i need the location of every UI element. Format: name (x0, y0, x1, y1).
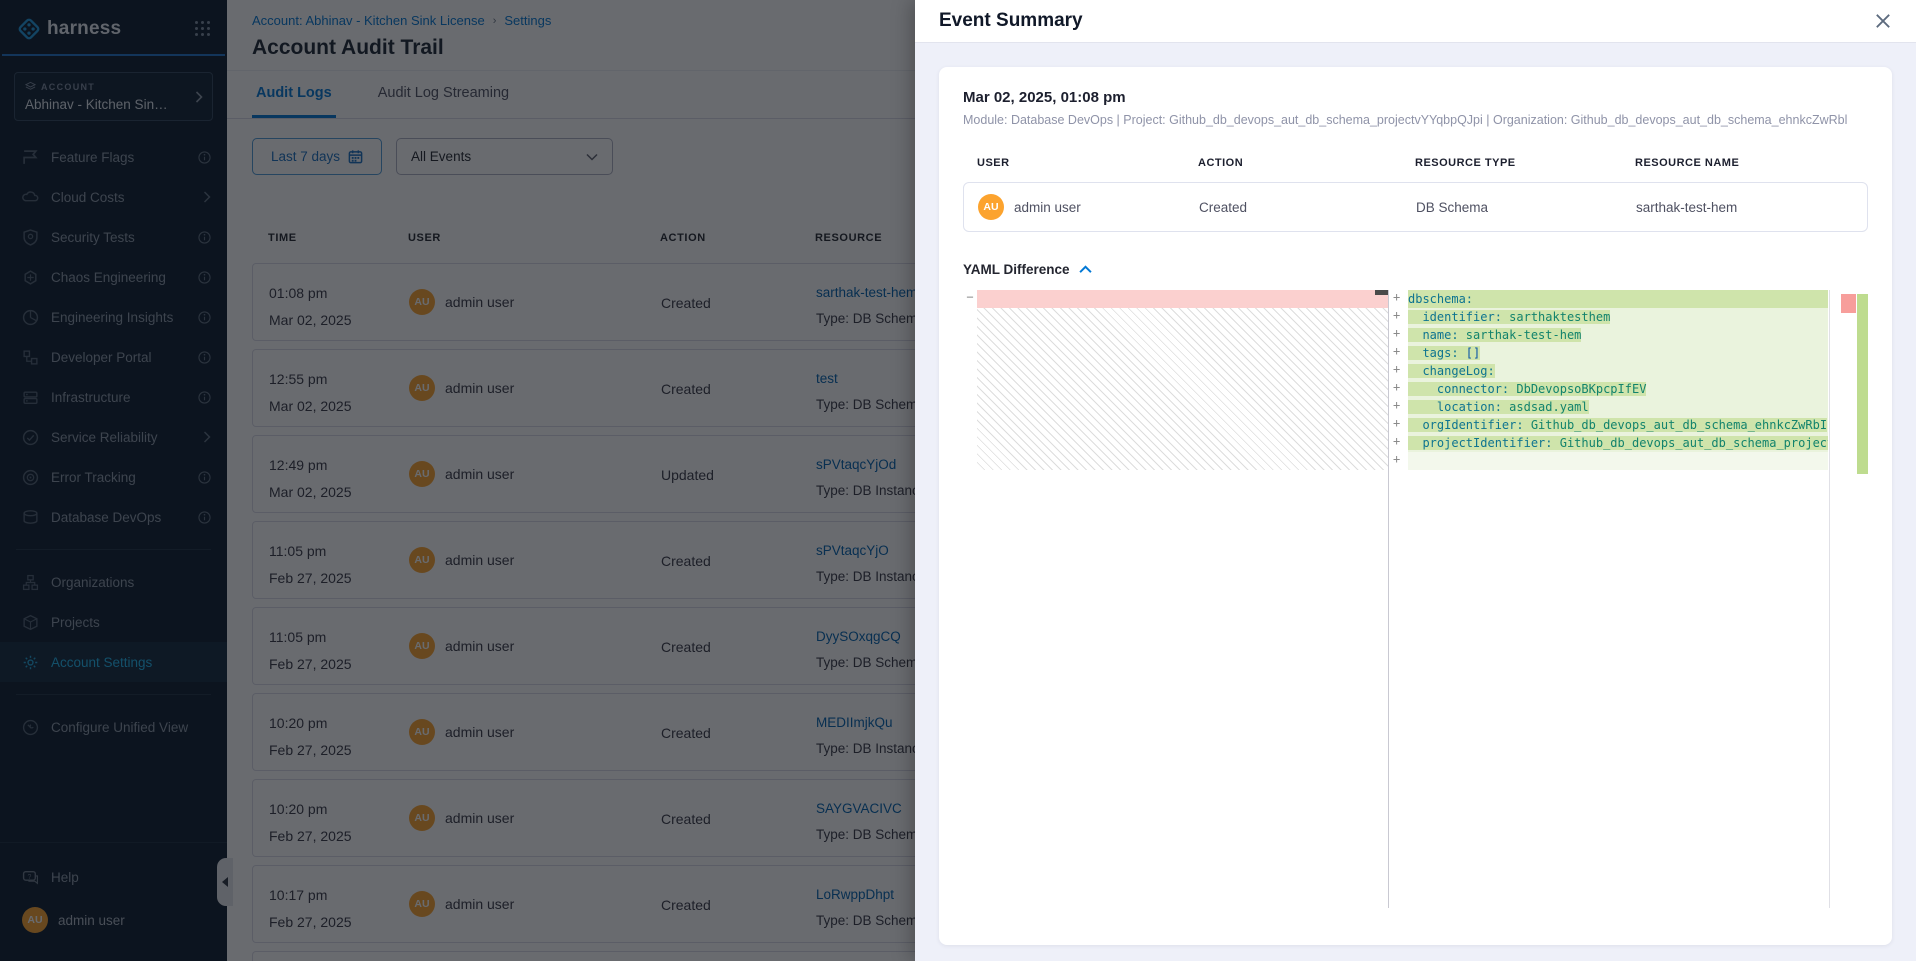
event-table-header: USER ACTION RESOURCE TYPE RESOURCE NAME (963, 157, 1868, 169)
yaml-difference-label: YAML Difference (963, 262, 1070, 277)
yaml-line: orgIdentifier: Github_db_devops_aut_db_s… (1408, 416, 1828, 434)
event-card: Mar 02, 2025, 01:08 pm Module: Database … (939, 67, 1892, 945)
col-header-resource-name: RESOURCE NAME (1635, 157, 1868, 169)
event-action: Created (1199, 200, 1416, 215)
app-root: harness ACCOUNT Abhinav - Kitchen Sin… F… (0, 0, 1916, 961)
yaml-line: location: asdsad.yaml (1408, 398, 1828, 416)
diff-divider (1388, 290, 1389, 908)
diff-right-pane: dbschema: identifier: sarthaktesthem nam… (1408, 290, 1828, 470)
overview-ruler-added[interactable] (1857, 294, 1868, 474)
event-meta: Module: Database DevOps | Project: Githu… (963, 113, 1868, 127)
diff-removed-line (977, 290, 1388, 308)
yaml-line: identifier: sarthaktesthem (1408, 308, 1828, 326)
col-header-resource-type: RESOURCE TYPE (1415, 157, 1635, 169)
drawer-title: Event Summary (939, 10, 1874, 32)
event-resource-type: DB Schema (1416, 200, 1636, 215)
yaml-line: projectIdentifier: Github_db_devops_aut_… (1408, 434, 1828, 452)
close-icon[interactable] (1874, 12, 1892, 30)
diff-removed-gutter: − (963, 290, 977, 308)
yaml-line: dbschema: (1408, 290, 1828, 308)
diff-left-pane (977, 290, 1388, 470)
drawer-header: Event Summary (915, 0, 1916, 43)
diff-placeholder-hatch (977, 308, 1388, 470)
yaml-line: changeLog: (1408, 362, 1828, 380)
yaml-line: connector: DbDevopsoBKpcpIfEV (1408, 380, 1828, 398)
event-resource-name: sarthak-test-hem (1636, 200, 1867, 215)
yaml-line: name: sarthak-test-hem (1408, 326, 1828, 344)
col-header-action: ACTION (1198, 157, 1415, 169)
event-table-row: AUadmin user Created DB Schema sarthak-t… (963, 182, 1868, 232)
user-avatar: AU (978, 194, 1004, 220)
yaml-line (1408, 452, 1828, 470)
overview-ruler-removed (1841, 294, 1856, 313)
yaml-line: tags: [] (1408, 344, 1828, 362)
diff-corner-marker (1375, 290, 1388, 295)
yaml-difference-header[interactable]: YAML Difference (963, 262, 1868, 277)
event-timestamp: Mar 02, 2025, 01:08 pm (963, 89, 1868, 106)
diff-added-gutter: ++++++++++ (1393, 290, 1408, 470)
event-user: AUadmin user (978, 194, 1199, 220)
yaml-diff-editor[interactable]: − ++++++++++ dbschema: identifier: sarth… (963, 290, 1868, 908)
col-header-user: USER (977, 157, 1198, 169)
diff-right-edge (1829, 290, 1830, 908)
event-summary-drawer: Event Summary Mar 02, 2025, 01:08 pm Mod… (915, 0, 1916, 961)
chevron-up-icon[interactable] (1079, 265, 1092, 274)
